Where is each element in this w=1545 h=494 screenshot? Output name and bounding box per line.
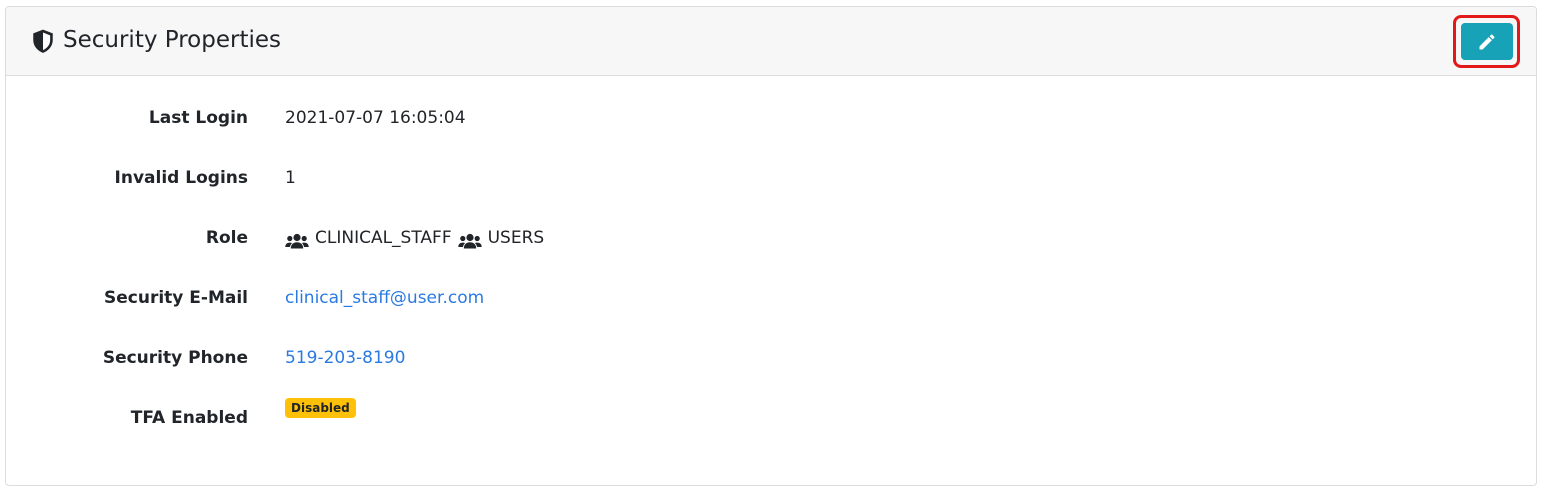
field-row-role: Role CLINICAL_STAFF USERS [6,224,1536,252]
security-email-container: clinical_staff@user.com [285,284,484,312]
field-label: Security E-Mail [103,288,248,308]
status-badge: Disabled [285,398,356,418]
edit-button[interactable] [1461,23,1513,60]
tfa-status-container: Disabled [285,398,356,418]
invalid-logins-value: 1 [285,168,296,188]
field-label: Invalid Logins [114,168,248,188]
shield-icon [30,28,56,54]
pencil-icon [1479,34,1495,50]
field-label: Last Login [148,108,248,128]
field-label: Role [205,228,248,248]
field-row-tfa-enabled: TFA Enabled Disabled [6,398,1536,432]
users-icon [457,230,482,249]
users-icon [285,230,309,249]
field-row-last-login: Last Login 2021-07-07 16:05:04 [6,104,1536,132]
field-row-security-email: Security E-Mail clinical_staff@user.com [6,284,1536,312]
field-label: Security Phone [102,348,248,368]
role-name: USERS [487,228,545,248]
security-phone-container: 519-203-8190 [285,344,405,372]
role-name: CLINICAL_STAFF [315,228,452,248]
security-email-link[interactable]: clinical_staff@user.com [285,284,484,312]
field-label: TFA Enabled [130,408,248,428]
card-header: Security Properties [6,7,1536,76]
security-phone-link[interactable]: 519-203-8190 [285,344,405,372]
security-properties-card: Security Properties Last Login 2021-07-0… [5,6,1537,486]
page-title: Security Properties [63,27,281,53]
role-values: CLINICAL_STAFF USERS [285,224,550,252]
last-login-value: 2021-07-07 16:05:04 [285,108,466,128]
field-row-security-phone: Security Phone 519-203-8190 [6,344,1536,372]
field-row-invalid-logins: Invalid Logins 1 [6,164,1536,192]
